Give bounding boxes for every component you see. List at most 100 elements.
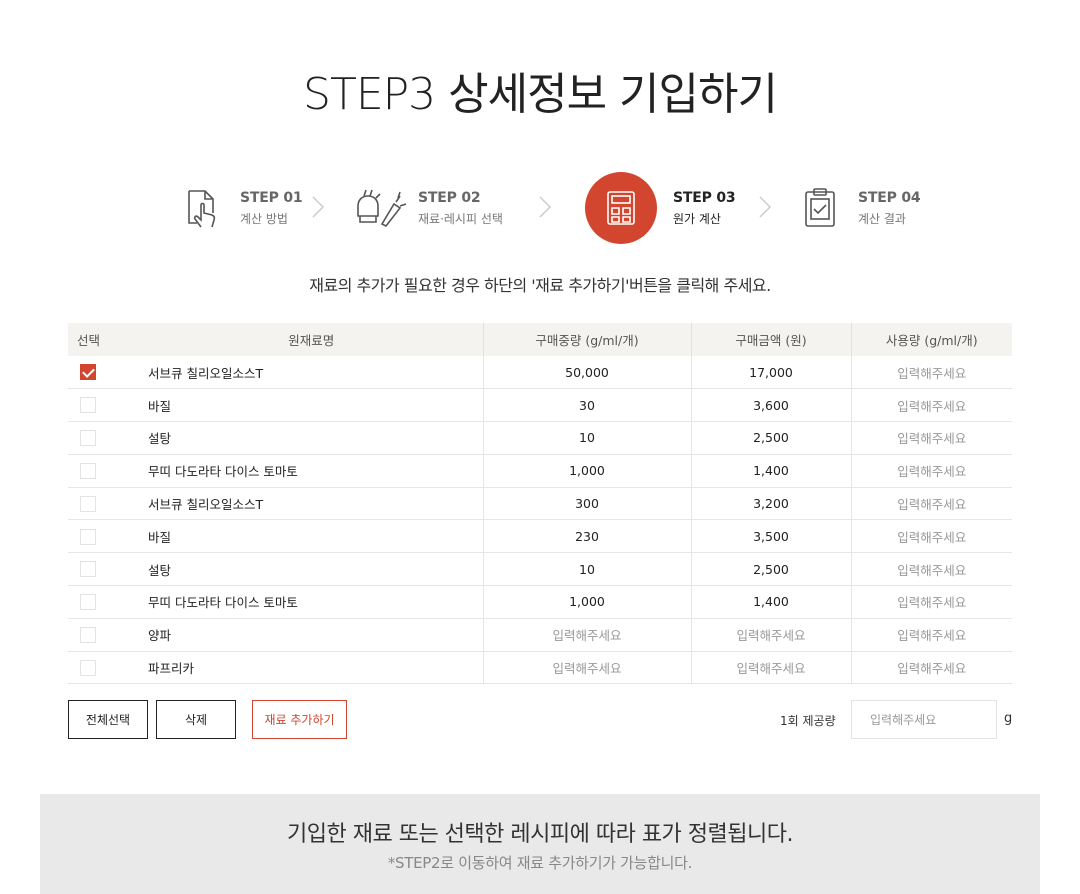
table-row: 서브큐 칠리오일소스T 50,000 17,000 입력해주세요 xyxy=(68,356,1012,390)
step-3-number: STEP 03 xyxy=(673,189,736,206)
chevron-right-icon xyxy=(759,196,772,218)
usage-amount-input[interactable]: 입력해주세요 xyxy=(851,651,1012,685)
purchase-price-input[interactable]: 2,500 xyxy=(691,552,852,587)
usage-amount-input[interactable]: 입력해주세요 xyxy=(851,585,1012,619)
step-indicator: STEP 01 계산 방법 STEP 02 재료·레시피 선택 STEP 03 xyxy=(0,170,1080,246)
row-checkbox[interactable] xyxy=(80,528,96,545)
row-select-cell xyxy=(68,421,140,455)
purchase-price-input[interactable]: 3,200 xyxy=(691,487,852,521)
purchase-weight-input[interactable]: 10 xyxy=(483,421,692,455)
col-header-price: 구매금액 (원) xyxy=(691,323,852,356)
purchase-weight-input[interactable]: 30 xyxy=(483,388,692,423)
table-row: 무띠 다도라타 다이스 토마토 1,000 1,400 입력해주세요 xyxy=(68,585,1012,619)
table-row: 바질 30 3,600 입력해주세요 xyxy=(68,388,1012,423)
row-checkbox[interactable] xyxy=(80,430,96,447)
table-row: 설탕 10 2,500 입력해주세요 xyxy=(68,421,1012,455)
usage-amount-input[interactable]: 입력해주세요 xyxy=(851,454,1012,488)
step-1[interactable]: STEP 01 계산 방법 xyxy=(172,170,303,246)
serving-unit: g xyxy=(1004,711,1013,726)
usage-amount-input[interactable]: 입력해주세요 xyxy=(851,552,1012,587)
ingredient-name: 파프리카 xyxy=(140,651,484,685)
row-select-cell xyxy=(68,519,140,554)
instruction-text: 재료의 추가가 필요한 경우 하단의 '재료 추가하기'버튼을 클릭해 주세요. xyxy=(309,276,771,295)
row-checkbox[interactable] xyxy=(80,463,96,480)
row-checkbox[interactable] xyxy=(80,397,96,414)
vegetables-icon xyxy=(350,178,410,238)
step-2[interactable]: STEP 02 재료·레시피 선택 xyxy=(350,170,503,246)
ingredient-name: 무띠 다도라타 다이스 토마토 xyxy=(140,454,484,488)
chevron-right-icon xyxy=(312,196,325,218)
purchase-weight-input[interactable]: 300 xyxy=(483,487,692,521)
usage-amount-input[interactable]: 입력해주세요 xyxy=(851,421,1012,455)
ingredient-name: 서브큐 칠리오일소스T xyxy=(140,487,484,521)
step-1-number: STEP 01 xyxy=(240,189,303,206)
col-header-select: 선택 xyxy=(68,323,140,356)
delete-button[interactable]: 삭제 xyxy=(156,700,236,739)
row-select-cell xyxy=(68,487,140,521)
row-checkbox[interactable] xyxy=(80,627,96,644)
purchase-weight-input[interactable]: 50,000 xyxy=(483,356,692,390)
row-checkbox[interactable] xyxy=(80,594,96,611)
table-header-row: 선택 원재료명 구매중량 (g/ml/개) 구매금액 (원) 사용량 (g/ml… xyxy=(68,323,1012,356)
row-select-cell xyxy=(68,618,140,652)
row-select-cell xyxy=(68,552,140,587)
ingredient-name: 양파 xyxy=(140,618,484,652)
usage-amount-input[interactable]: 입력해주세요 xyxy=(851,519,1012,554)
ingredient-name: 바질 xyxy=(140,519,484,554)
step-4-number: STEP 04 xyxy=(858,189,921,206)
purchase-price-input[interactable]: 3,500 xyxy=(691,519,852,554)
usage-amount-input[interactable]: 입력해주세요 xyxy=(851,388,1012,423)
usage-amount-input[interactable]: 입력해주세요 xyxy=(851,356,1012,390)
purchase-price-input[interactable]: 입력해주세요 xyxy=(691,651,852,685)
notice-main-text: 기입한 재료 또는 선택한 레시피에 따라 표가 정렬됩니다. xyxy=(287,822,793,847)
row-checkbox[interactable] xyxy=(80,659,96,676)
purchase-weight-input[interactable]: 1,000 xyxy=(483,585,692,619)
table-row: 무띠 다도라타 다이스 토마토 1,000 1,400 입력해주세요 xyxy=(68,454,1012,488)
step-4[interactable]: STEP 04 계산 결과 xyxy=(790,170,921,246)
ingredient-name: 무띠 다도라타 다이스 토마토 xyxy=(140,585,484,619)
purchase-weight-input[interactable]: 1,000 xyxy=(483,454,692,488)
purchase-price-input[interactable]: 1,400 xyxy=(691,585,852,619)
row-select-cell xyxy=(68,454,140,488)
calculator-icon xyxy=(585,172,657,244)
purchase-price-input[interactable]: 3,600 xyxy=(691,388,852,423)
ingredient-name: 바질 xyxy=(140,388,484,423)
notice-box: 기입한 재료 또는 선택한 레시피에 따라 표가 정렬됩니다. *STEP2로 … xyxy=(40,794,1040,894)
chevron-right-icon xyxy=(539,196,552,218)
row-checkbox[interactable] xyxy=(80,495,96,512)
purchase-price-input[interactable]: 입력해주세요 xyxy=(691,618,852,652)
usage-amount-input[interactable]: 입력해주세요 xyxy=(851,487,1012,521)
ingredient-name: 설탕 xyxy=(140,552,484,587)
step-4-label: 계산 결과 xyxy=(858,211,906,226)
step-2-label: 재료·레시피 선택 xyxy=(418,211,503,226)
serving-size-input[interactable] xyxy=(851,700,997,739)
purchase-price-input[interactable]: 1,400 xyxy=(691,454,852,488)
purchase-weight-input[interactable]: 230 xyxy=(483,519,692,554)
step-3[interactable]: STEP 03 원가 계산 xyxy=(585,170,736,246)
ingredient-table: 선택 원재료명 구매중량 (g/ml/개) 구매금액 (원) 사용량 (g/ml… xyxy=(68,323,1012,685)
table-row: 양파 입력해주세요 입력해주세요 입력해주세요 xyxy=(68,618,1012,652)
page-title: STEP3 상세정보 기입하기 xyxy=(303,69,778,120)
purchase-weight-input[interactable]: 입력해주세요 xyxy=(483,651,692,685)
row-select-cell xyxy=(68,585,140,619)
table-row: 파프리카 입력해주세요 입력해주세요 입력해주세요 xyxy=(68,651,1012,685)
table-row: 설탕 10 2,500 입력해주세요 xyxy=(68,552,1012,587)
table-row: 서브큐 칠리오일소스T 300 3,200 입력해주세요 xyxy=(68,487,1012,521)
purchase-price-input[interactable]: 17,000 xyxy=(691,356,852,390)
step-3-label: 원가 계산 xyxy=(673,211,721,226)
row-checkbox[interactable] xyxy=(80,364,96,381)
clipboard-check-icon xyxy=(790,178,850,238)
usage-amount-input[interactable]: 입력해주세요 xyxy=(851,618,1012,652)
col-header-usage: 사용량 (g/ml/개) xyxy=(851,323,1012,356)
add-ingredient-button[interactable]: 재료 추가하기 xyxy=(252,700,347,739)
notice-sub-text: *STEP2로 이동하여 재료 추가하기가 가능합니다. xyxy=(387,854,693,872)
select-all-button[interactable]: 전체선택 xyxy=(68,700,148,739)
row-select-cell xyxy=(68,388,140,423)
purchase-weight-input[interactable]: 10 xyxy=(483,552,692,587)
step-2-number: STEP 02 xyxy=(418,189,481,206)
row-checkbox[interactable] xyxy=(80,561,96,578)
hand-tap-icon xyxy=(172,178,232,238)
purchase-price-input[interactable]: 2,500 xyxy=(691,421,852,455)
row-select-cell xyxy=(68,651,140,685)
purchase-weight-input[interactable]: 입력해주세요 xyxy=(483,618,692,652)
